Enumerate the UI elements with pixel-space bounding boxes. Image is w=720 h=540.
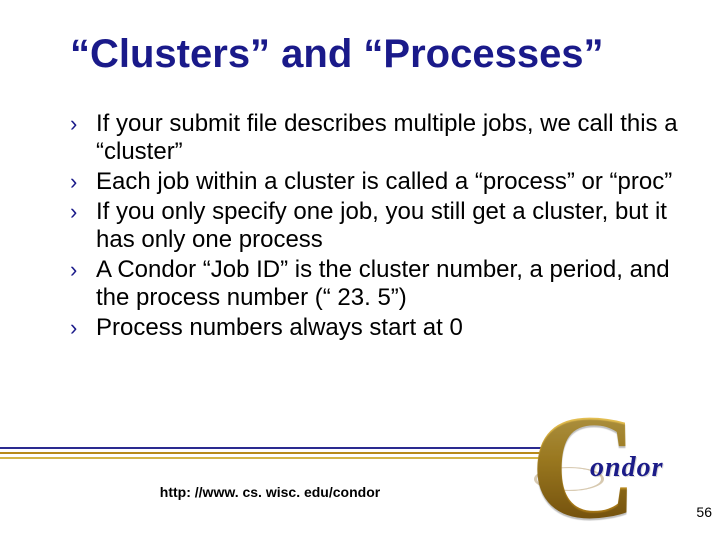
condor-logo: C ondor bbox=[540, 404, 690, 524]
page-number: 56 bbox=[696, 504, 712, 520]
slide: “Clusters” and “Processes” › If your sub… bbox=[0, 0, 720, 540]
divider-line bbox=[0, 447, 550, 449]
footer-url: http: //www. cs. wisc. edu/condor bbox=[0, 484, 540, 500]
bullet-text: Each job within a cluster is called a “p… bbox=[96, 168, 680, 196]
bullet-marker-icon: › bbox=[70, 168, 96, 196]
bullet-marker-icon: › bbox=[70, 198, 96, 226]
bullet-marker-icon: › bbox=[70, 256, 96, 284]
bullet-marker-icon: › bbox=[70, 110, 96, 138]
bullet-text: Process numbers always start at 0 bbox=[96, 314, 680, 342]
slide-title: “Clusters” and “Processes” bbox=[70, 32, 680, 76]
list-item: › If your submit file describes multiple… bbox=[70, 110, 680, 166]
bullet-text: If you only specify one job, you still g… bbox=[96, 198, 680, 254]
bullet-text: If your submit file describes multiple j… bbox=[96, 110, 680, 166]
list-item: › Each job within a cluster is called a … bbox=[70, 168, 680, 196]
list-item: › A Condor “Job ID” is the cluster numbe… bbox=[70, 256, 680, 312]
divider-line bbox=[0, 457, 550, 459]
list-item: › Process numbers always start at 0 bbox=[70, 314, 680, 342]
list-item: › If you only specify one job, you still… bbox=[70, 198, 680, 254]
bullet-marker-icon: › bbox=[70, 314, 96, 342]
slide-body: › If your submit file describes multiple… bbox=[70, 110, 680, 344]
bullet-text: A Condor “Job ID” is the cluster number,… bbox=[96, 256, 680, 312]
divider-line bbox=[0, 452, 550, 454]
logo-word: ondor bbox=[590, 452, 663, 484]
divider-lines bbox=[0, 447, 550, 462]
